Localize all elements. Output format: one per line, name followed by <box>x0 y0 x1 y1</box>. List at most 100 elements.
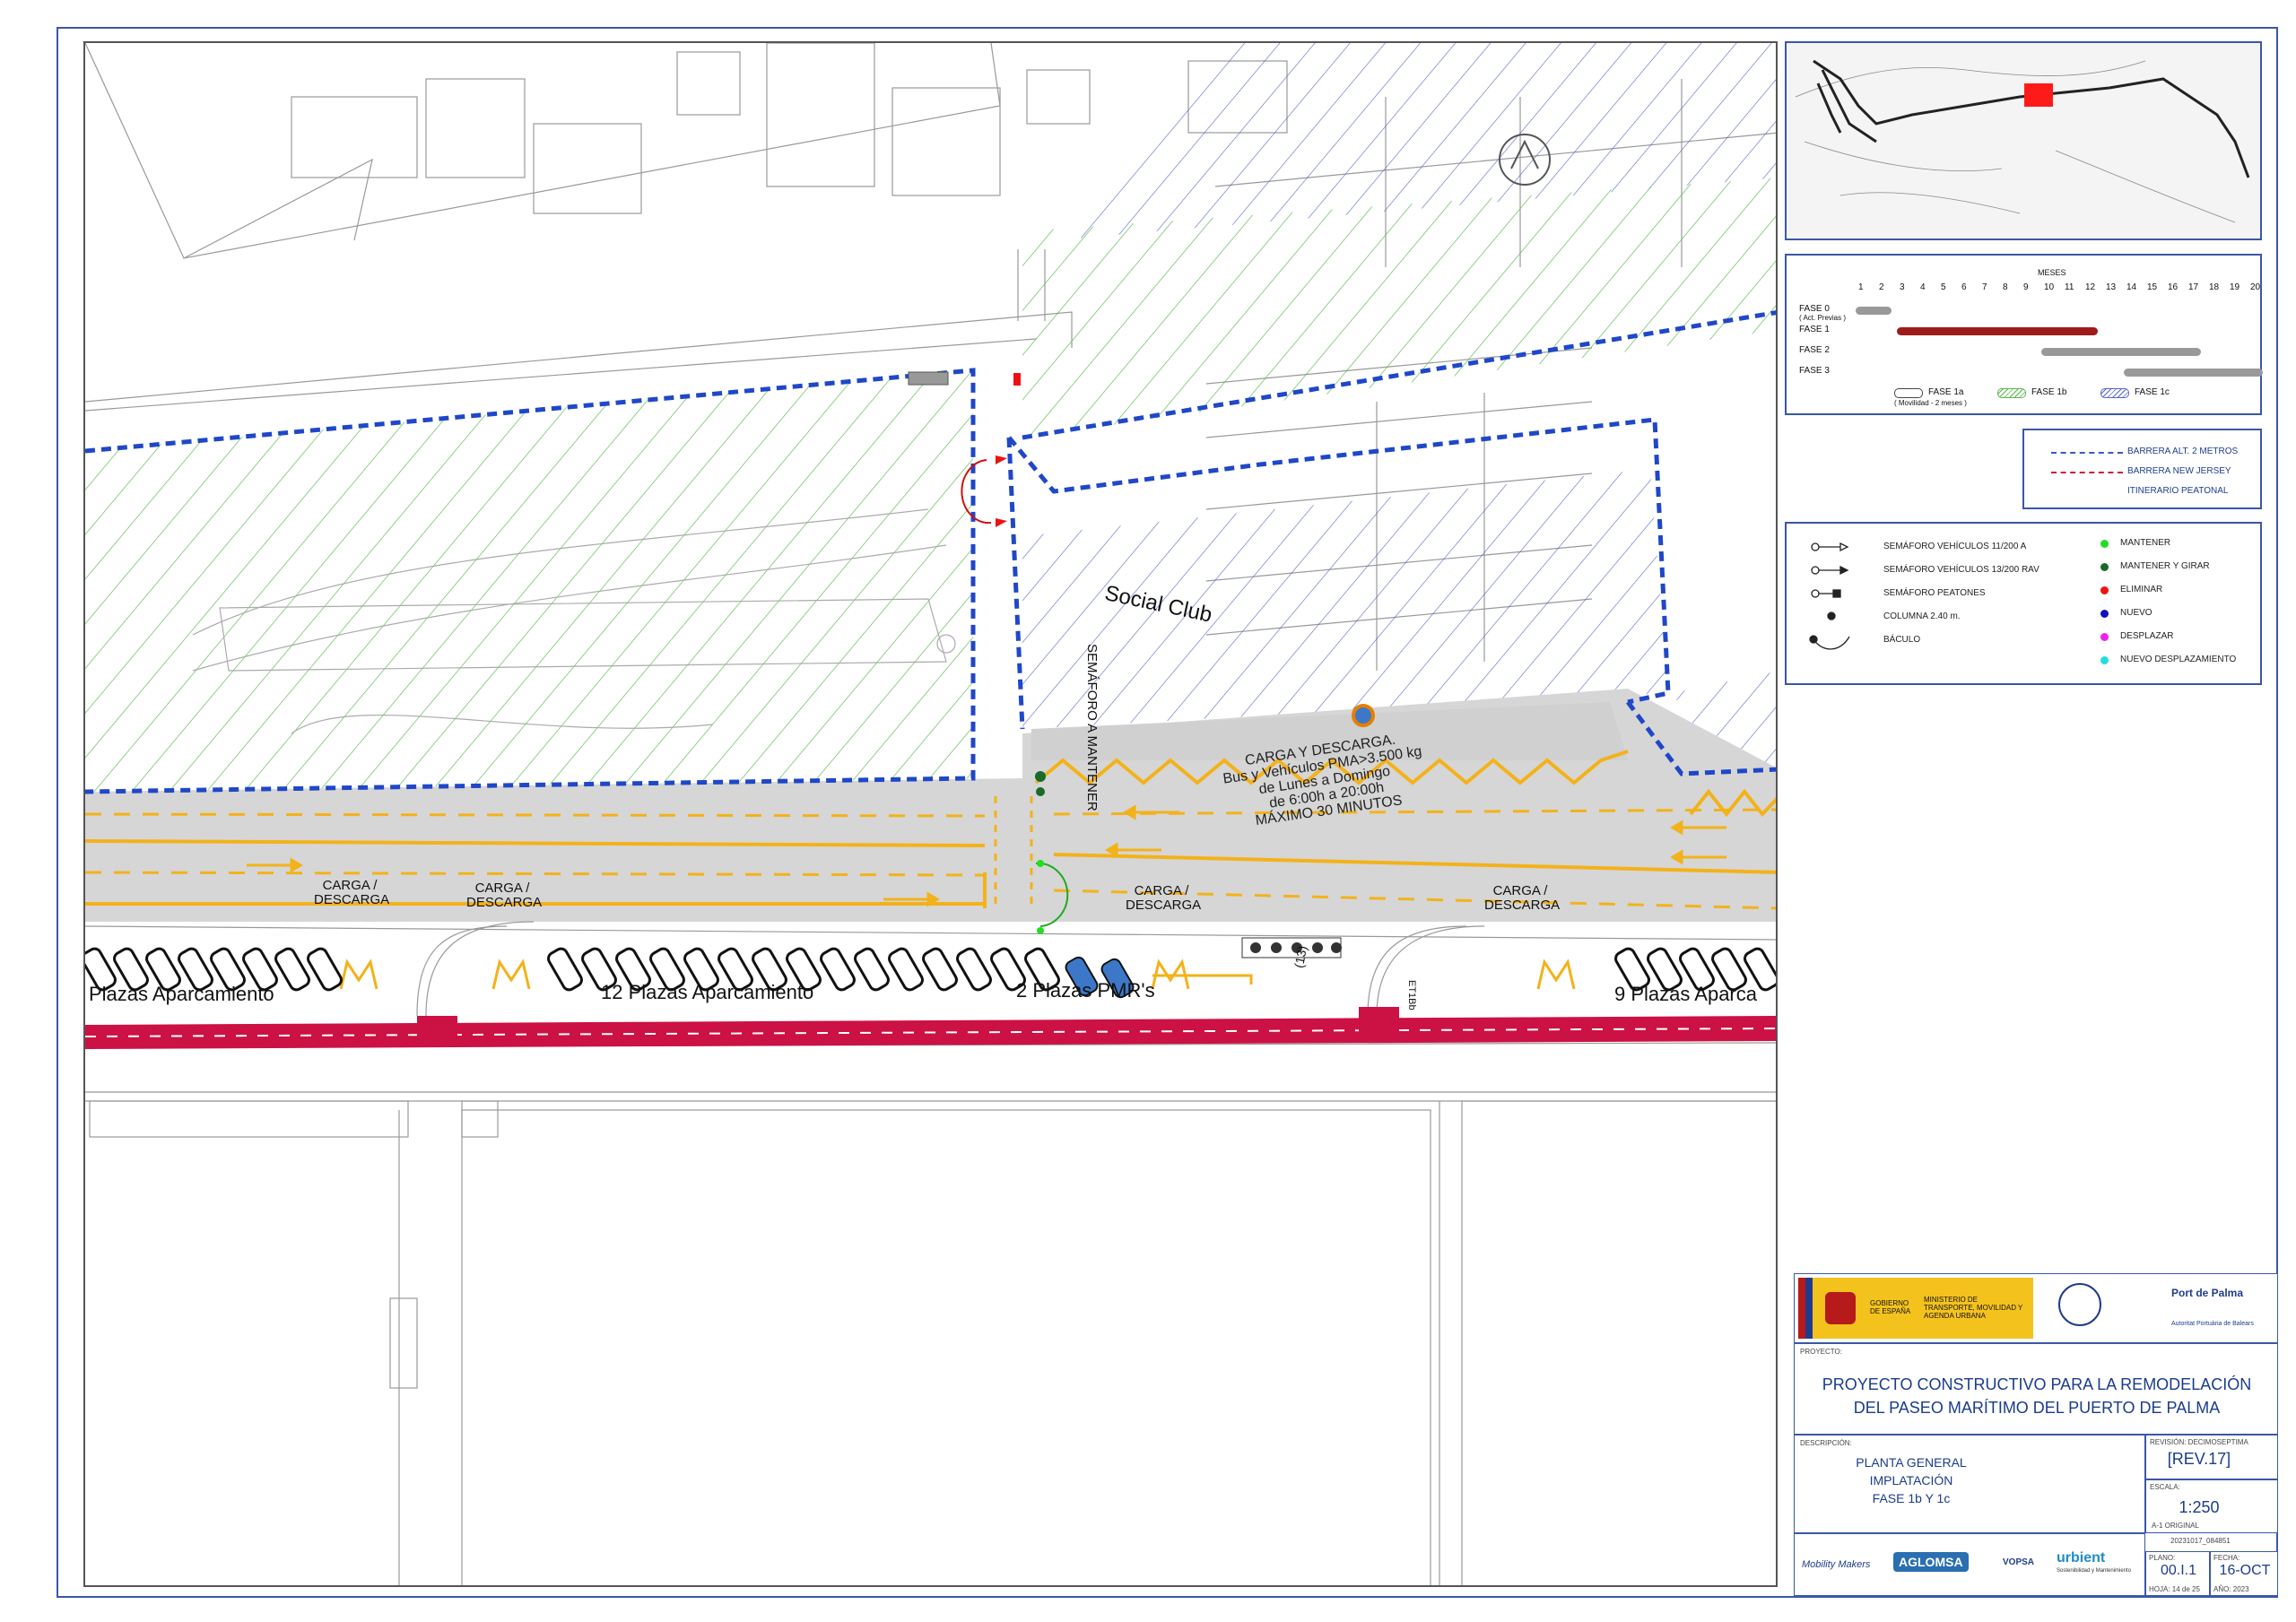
phase-legend-swatch <box>1894 388 1923 398</box>
parked-car <box>888 947 924 992</box>
phase-legend-label: FASE 1c <box>2135 387 2170 397</box>
parked-cars <box>85 947 1776 992</box>
site-plan-drawing <box>85 43 1776 1585</box>
scale-sub: A-1 ORIGINAL <box>2152 1522 2199 1530</box>
status-legend-label: NUEVO DESPLAZAMIENTO <box>2120 655 2237 664</box>
status-legend-label: NUEVO <box>2120 608 2152 618</box>
symbol-legend-label: SEMÁFORO PEATONES <box>1883 588 1986 598</box>
gantt-bar <box>1856 307 1892 315</box>
key-map-drawing <box>1787 43 2260 239</box>
description-label: DESCRIPCIÓN: <box>1800 1439 1852 1447</box>
gantt-bar <box>2124 369 2263 377</box>
gantt-month-label: 5 <box>1941 282 1946 292</box>
carga-descarga-label-b: CARGA / DESCARGA <box>466 880 543 910</box>
gantt-phase-label: FASE 3 <box>1799 366 1830 376</box>
gantt-title: MESES <box>2038 268 2066 277</box>
project-label: PROYECTO: <box>1800 1348 1842 1356</box>
gantt-phase-label: FASE 1 <box>1799 325 1830 334</box>
gantt-bar <box>2041 348 2201 356</box>
semaforo-label: SEMÁFORO A MANTENER <box>1084 644 1100 811</box>
ano-value: AÑO: 2023 <box>2213 1585 2249 1593</box>
carga-descarga-label-c: CARGA / DESCARGA <box>1126 883 1202 913</box>
port-emblem-icon <box>2058 1283 2101 1326</box>
parking-label-1: Plazas Aparcamiento <box>89 983 274 1005</box>
scale-cell: ESCALA: 1:250 A-1 ORIGINAL <box>2145 1479 2278 1533</box>
port-sub: Autoritat Portuària de Balears <box>2171 1321 2254 1327</box>
project-title: PROYECTO CONSTRUCTIVO PARA LA REMODELACI… <box>1795 1373 2279 1419</box>
gov-logo-band: GOBIERNO DE ESPAÑA MINISTERIO DE TRANSPO… <box>1798 1278 2033 1339</box>
key-map-panel <box>1785 41 2262 240</box>
gantt-month-label: 7 <box>1982 282 1987 292</box>
gantt-month-label: 16 <box>2168 282 2179 292</box>
parked-car <box>956 947 992 992</box>
title-block: GOBIERNO DE ESPAÑA MINISTERIO DE TRANSPO… <box>1794 1273 2278 1596</box>
plano-label: PLANO: <box>2149 1554 2176 1562</box>
gantt-month-label: 12 <box>2085 282 2096 292</box>
revision-value: [REV.17] <box>2167 1450 2231 1468</box>
symbol-legend-label: COLUMNA 2.40 m. <box>1883 612 1961 621</box>
gantt-month-label: 13 <box>2106 282 2117 292</box>
symbol-legend-label: SEMÁFORO VEHÍCULOS 11/200 A <box>1883 542 2027 551</box>
carga-descarga-label-a: CARGA / DESCARGA <box>314 878 390 907</box>
parked-car <box>854 947 890 992</box>
carga-descarga-label-d: CARGA / DESCARGA <box>1484 883 1561 913</box>
gantt-month-label: 10 <box>2044 282 2055 292</box>
gantt-month-label: 1 <box>1858 282 1864 292</box>
symbol-legend-panel: SEMÁFORO VEHÍCULOS 11/200 A SEMÁFORO VEHÍ… <box>1785 522 2262 685</box>
status-dot-icon <box>2100 563 2109 571</box>
firm-4: urbient <box>2057 1550 2106 1566</box>
hoja-value: HOJA: 14 de 25 <box>2149 1585 2200 1593</box>
fecha-value: 16-OCT <box>2219 1563 2271 1578</box>
description-line-2: IMPLATACIÓN <box>1869 1473 1953 1488</box>
phase-legend-swatch <box>1997 388 2026 398</box>
parked-car <box>922 947 958 992</box>
barrier-legend-label: BARRERA NEW JERSEY <box>2127 466 2231 476</box>
phase-legend-label: FASE 1a <box>1928 387 1964 397</box>
gantt-month-label: 18 <box>2209 282 2220 292</box>
gantt-month-label: 3 <box>1900 282 1905 292</box>
phase-legend-swatch <box>2100 388 2129 398</box>
status-dot-icon <box>2100 540 2109 548</box>
parking-label-pmr: 2 Plazas PMR's <box>1016 979 1155 1002</box>
gantt-month-label: 15 <box>2147 282 2158 292</box>
gantt-month-label: 9 <box>2023 282 2029 292</box>
scale-value: 1:250 <box>2179 1498 2220 1516</box>
revision-cell: REVISIÓN: DECIMOSEPTIMA [REV.17] <box>2145 1435 2278 1479</box>
gantt-month-label: 8 <box>2003 282 2008 292</box>
barrier-legend-line <box>2051 472 2123 473</box>
gantt-phase-sub: ( Act. Previas ) <box>1799 314 1847 322</box>
status-dot-icon <box>2100 610 2109 618</box>
phase-schedule-panel: MESES 1 2 3 4 5 6 7 8 9 10 11 12 13 14 15 16 17 18 19 20 FA… <box>1785 254 2263 415</box>
symbol-legend-label: SEMÁFORO VEHÍCULOS 13/200 RAV <box>1883 565 2039 575</box>
status-dot-icon <box>2100 656 2109 664</box>
fecha-cell: FECHA: 16-OCT AÑO: 2023 <box>2210 1551 2278 1596</box>
parked-car <box>820 947 856 992</box>
gantt-month-label: 2 <box>1879 282 1884 292</box>
firms-cell: Mobility Makers AGLOMSA VOPSA urbient So… <box>1794 1533 2145 1596</box>
gantt-month-label: 14 <box>2126 282 2137 292</box>
parking-label-2: 12 Plazas Aparcamiento <box>601 981 814 1003</box>
description-text: PLANTA GENERAL IMPLATACIÓN FASE 1b Y 1c <box>1795 1453 2028 1507</box>
gantt-phase-label: FASE 2 <box>1799 345 1830 355</box>
firm-2: AGLOMSA <box>1893 1552 1969 1572</box>
gantt-phase-label: FASE 0 <box>1799 304 1830 314</box>
ministry-text: MINISTERIO DE TRANSPORTE, MOVILIDAD Y AG… <box>1924 1296 2023 1320</box>
firm-3: VOPSA <box>2003 1557 2035 1567</box>
parked-car <box>547 947 583 992</box>
plano-value: 00.I.1 <box>2160 1563 2197 1578</box>
fecha-label: FECHA: <box>2213 1554 2240 1562</box>
pedestrian-itinerary <box>85 1007 1776 1049</box>
plot-code: 20231017_084851 <box>2170 1537 2231 1545</box>
status-legend-label: MANTENER <box>2120 538 2171 548</box>
coat-of-arms-icon <box>1825 1292 1856 1324</box>
gantt-month-label: 11 <box>2065 282 2074 292</box>
gantt-month-label: 6 <box>1961 282 1967 292</box>
status-dot-icon <box>2100 633 2109 641</box>
symbol-legend-icons <box>1809 542 1850 650</box>
status-legend-label: DESPLAZAR <box>2120 631 2174 641</box>
description-line-1: PLANTA GENERAL <box>1856 1455 1967 1470</box>
et-label: ET1Bb <box>1406 980 1417 1010</box>
barrier-legend-label: BARRERA ALT. 2 METROS <box>2127 447 2239 456</box>
plano-cell: PLANO: 00.I.1 HOJA: 14 de 25 <box>2145 1551 2210 1596</box>
firm-1: Mobility Makers <box>1802 1559 1871 1570</box>
